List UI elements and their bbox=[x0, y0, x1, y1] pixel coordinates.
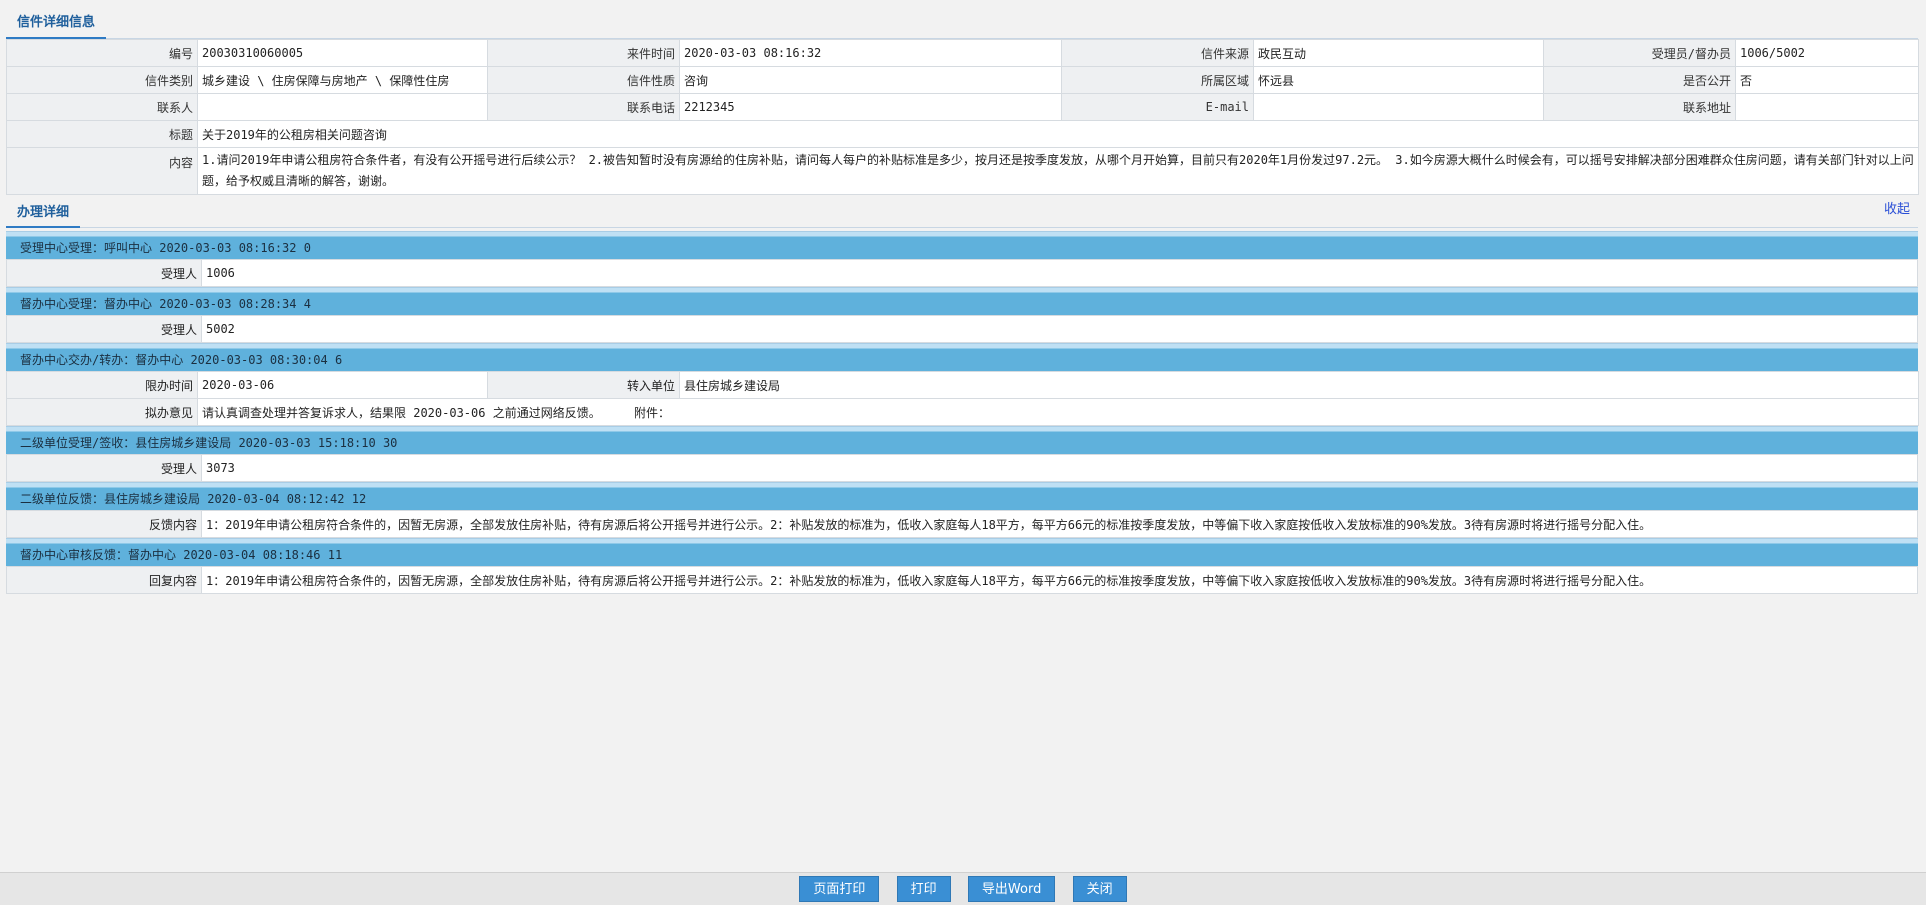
table-row: 拟办意见 请认真调查处理并答复诉求人，结果限 2020-03-06 之前通过网络… bbox=[6, 398, 1919, 426]
region: 怀远县 bbox=[1253, 66, 1544, 94]
field-label: 信件性质 bbox=[487, 66, 680, 94]
letter-detail-header: 信件详细信息 bbox=[6, 0, 1918, 39]
table-row: 回复内容 1：2019年申请公租房符合条件的，因暂无房源，全部发放住房补贴，待有… bbox=[6, 566, 1918, 594]
process-step-header: 督办中心受理：督办中心 2020-03-03 08:28:34 4 bbox=[6, 287, 1918, 315]
process-step-header: 二级单位受理/签收：县住房城乡建设局 2020-03-03 15:18:10 3… bbox=[6, 426, 1918, 454]
field-label: 联系人 bbox=[6, 93, 198, 121]
step-handler: 5002 bbox=[201, 315, 1918, 343]
process-step-table: 限办时间 2020-03-06 转入单位 县住房城乡建设局 拟办意见 请认真调查… bbox=[6, 371, 1919, 426]
table-row: 受理人 1006 bbox=[6, 259, 1918, 287]
table-row: 受理人 5002 bbox=[6, 315, 1918, 343]
print-button[interactable]: 打印 bbox=[896, 876, 951, 902]
field-label: 是否公开 bbox=[1543, 66, 1736, 94]
letter-content: 1.请问2019年申请公租房符合条件者，有没有公开摇号进行后续公示？ 2.被告知… bbox=[197, 147, 1919, 195]
letter-detail-page: 信件详细信息 编号 20030310060005 来件时间 2020-03-03… bbox=[6, 0, 1919, 594]
footer-toolbar: 页面打印 打印 导出Word 关闭 bbox=[0, 872, 1926, 905]
field-label: 受理员/督办员 bbox=[1543, 39, 1736, 67]
field-label: 回复内容 bbox=[6, 566, 202, 594]
letter-nature: 咨询 bbox=[679, 66, 1062, 94]
field-label: 信件来源 bbox=[1061, 39, 1254, 67]
process-title: 办理详细 bbox=[6, 200, 81, 228]
opinion-cell: 请认真调查处理并答复诉求人，结果限 2020-03-06 之前通过网络反馈。 附… bbox=[197, 398, 1919, 426]
process-step-header: 受理中心受理：呼叫中心 2020-03-03 08:16:32 0 bbox=[6, 231, 1918, 259]
handler-ids: 1006/5002 bbox=[1735, 39, 1919, 67]
field-label: 内容 bbox=[6, 147, 198, 195]
field-label: 编号 bbox=[6, 39, 198, 67]
page-print-button[interactable]: 页面打印 bbox=[799, 876, 880, 902]
table-row: 受理人 3073 bbox=[6, 454, 1918, 482]
close-button[interactable]: 关闭 bbox=[1072, 876, 1127, 902]
process-header: 办理详细 收起 bbox=[6, 195, 1918, 228]
process-step-table: 受理人 1006 bbox=[6, 259, 1918, 287]
letter-detail-title: 信件详细信息 bbox=[6, 9, 107, 39]
export-word-button[interactable]: 导出Word bbox=[967, 876, 1056, 902]
field-label: 受理人 bbox=[6, 454, 202, 482]
is-public: 否 bbox=[1735, 66, 1919, 94]
process-step-table: 反馈内容 1：2019年申请公租房符合条件的，因暂无房源，全部发放住房补贴，待有… bbox=[6, 510, 1918, 538]
step-handler: 1006 bbox=[201, 259, 1918, 287]
transfer-unit: 县住房城乡建设局 bbox=[679, 371, 1919, 399]
contact-person bbox=[197, 93, 488, 121]
process-step-table: 回复内容 1：2019年申请公租房符合条件的，因暂无房源，全部发放住房补贴，待有… bbox=[6, 566, 1918, 594]
info-row: 内容 1.请问2019年申请公租房符合条件者，有没有公开摇号进行后续公示？ 2.… bbox=[6, 147, 1919, 195]
letter-number: 20030310060005 bbox=[197, 39, 488, 67]
table-row: 限办时间 2020-03-06 转入单位 县住房城乡建设局 bbox=[6, 371, 1919, 399]
proposed-opinion: 请认真调查处理并答复诉求人，结果限 2020-03-06 之前通过网络反馈。 bbox=[202, 405, 601, 420]
process-step-header: 二级单位反馈：县住房城乡建设局 2020-03-04 08:12:42 12 bbox=[6, 482, 1918, 510]
field-label: 来件时间 bbox=[487, 39, 680, 67]
table-row: 反馈内容 1：2019年申请公租房符合条件的，因暂无房源，全部发放住房补贴，待有… bbox=[6, 510, 1918, 538]
field-label: 转入单位 bbox=[487, 371, 680, 399]
process-step-header: 督办中心审核反馈：督办中心 2020-03-04 08:18:46 11 bbox=[6, 538, 1918, 566]
field-label: 受理人 bbox=[6, 259, 202, 287]
field-label: 所属区域 bbox=[1061, 66, 1254, 94]
info-row: 标题 关于2019年的公租房相关问题咨询 bbox=[6, 120, 1919, 148]
deadline: 2020-03-06 bbox=[197, 371, 488, 399]
field-label: 标题 bbox=[6, 120, 198, 148]
process-step-header: 督办中心交办/转办：督办中心 2020-03-03 08:30:04 6 bbox=[6, 343, 1918, 371]
email bbox=[1253, 93, 1544, 121]
field-label: 拟办意见 bbox=[6, 398, 198, 426]
step-handler: 3073 bbox=[201, 454, 1918, 482]
feedback-content: 1：2019年申请公租房符合条件的，因暂无房源，全部发放住房补贴，待有房源后将公… bbox=[201, 510, 1918, 538]
field-label: 限办时间 bbox=[6, 371, 198, 399]
letter-source: 政民互动 bbox=[1253, 39, 1544, 67]
info-row: 联系人 联系电话 2212345 E-mail 联系地址 bbox=[6, 93, 1919, 121]
process-step-table: 受理人 3073 bbox=[6, 454, 1918, 482]
contact-address bbox=[1735, 93, 1919, 121]
field-label: 反馈内容 bbox=[6, 510, 202, 538]
info-row: 信件类别 城乡建设 \ 住房保障与房地产 \ 保障性住房 信件性质 咨询 所属区… bbox=[6, 66, 1919, 94]
letter-category: 城乡建设 \ 住房保障与房地产 \ 保障性住房 bbox=[197, 66, 488, 94]
field-label: 联系电话 bbox=[487, 93, 680, 121]
collapse-link[interactable]: 收起 bbox=[1884, 198, 1910, 217]
attachment-label: 附件： bbox=[633, 405, 670, 420]
received-time: 2020-03-03 08:16:32 bbox=[679, 39, 1062, 67]
reply-content: 1：2019年申请公租房符合条件的，因暂无房源，全部发放住房补贴，待有房源后将公… bbox=[201, 566, 1918, 594]
field-label: 联系地址 bbox=[1543, 93, 1736, 121]
field-label: 信件类别 bbox=[6, 66, 198, 94]
field-label: E-mail bbox=[1061, 93, 1254, 121]
process-step-table: 受理人 5002 bbox=[6, 315, 1918, 343]
field-label: 受理人 bbox=[6, 315, 202, 343]
info-row: 编号 20030310060005 来件时间 2020-03-03 08:16:… bbox=[6, 39, 1919, 67]
letter-info-table: 编号 20030310060005 来件时间 2020-03-03 08:16:… bbox=[6, 39, 1919, 195]
letter-subject: 关于2019年的公租房相关问题咨询 bbox=[197, 120, 1919, 148]
contact-phone: 2212345 bbox=[679, 93, 1062, 121]
